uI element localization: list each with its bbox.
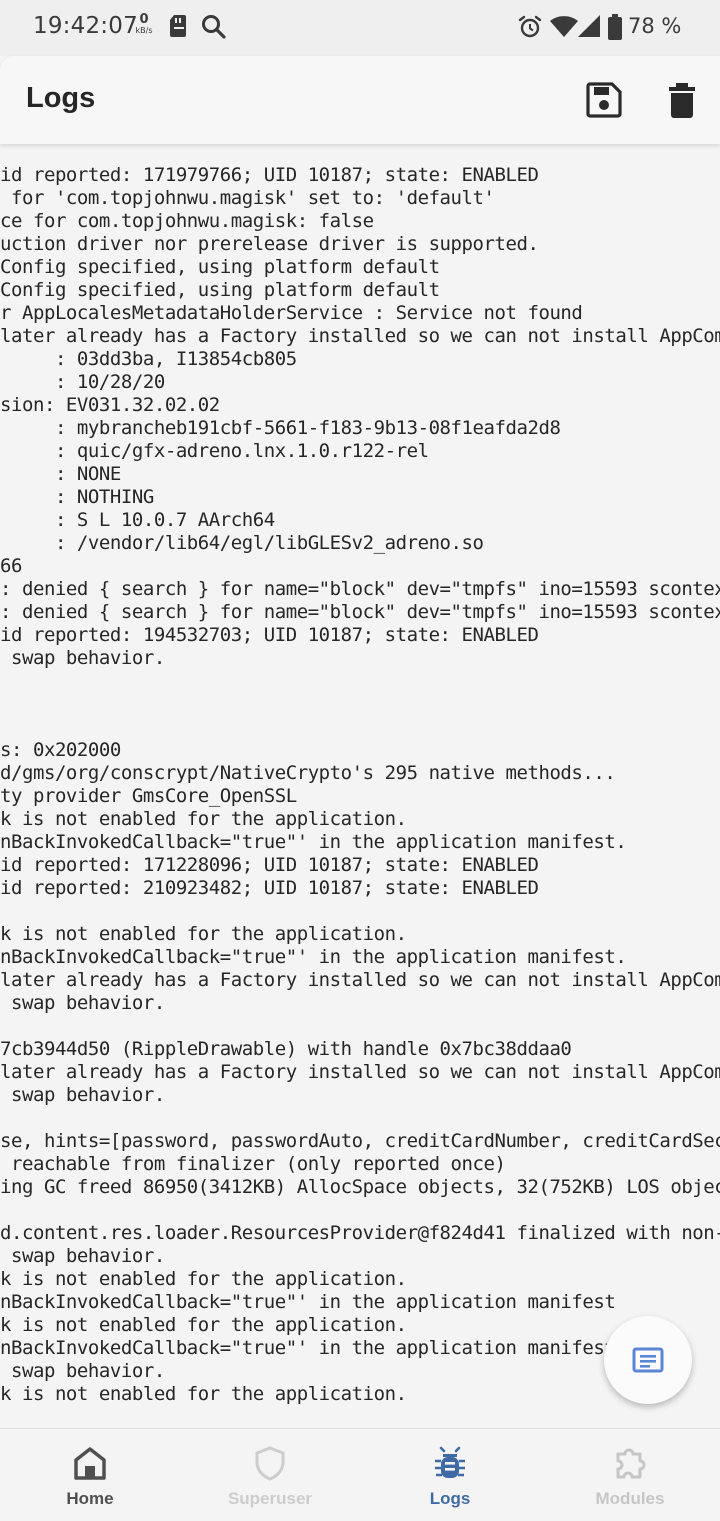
save-icon [586,82,622,118]
nav-item-label: Logs [429,1489,471,1508]
log-line: : NOTHING [0,486,154,508]
status-bar: 19:42:07 0 kB/s 78 % [0,0,720,56]
log-line: k is not enabled for the application. [0,923,407,945]
log-line: : NONE [0,463,121,485]
log-line: k is not enabled for the application. [0,1268,407,1290]
log-line: swap behavior. [0,992,165,1014]
log-output[interactable]: id reported: 171979766; UID 10187; state… [0,146,720,1428]
log-line: nBackInvokedCallback="true"' in the appl… [0,1291,616,1313]
nav-item-label: Modules [595,1489,665,1508]
shield-icon [255,1446,285,1481]
log-file-fab[interactable] [604,1316,692,1404]
status-time: 19:42:07 [33,13,138,39]
log-line: reachable from finalizer (only reported … [0,1153,506,1175]
log-line: Config specified, using platform default [0,279,440,301]
log-file-icon [632,1347,664,1373]
log-line: id reported: 171979766; UID 10187; state… [0,164,539,186]
network-speed-value: 0 [139,12,149,27]
network-speed: 0 kB/s [131,12,157,36]
log-line: : mybrancheb191cbf-5661-f183-9b13-08f1ea… [0,417,561,439]
wifi-icon [550,16,578,42]
log-line: k is not enabled for the application. [0,808,407,830]
log-line: : denied { search } for name="block" dev… [0,578,720,600]
log-line: : S L 10.0.7 AArch64 [0,509,275,531]
log-line: swap behavior. [0,647,165,669]
log-line: : denied { search } for name="block" dev… [0,601,720,623]
nav-item-home[interactable]: Home [0,1429,180,1521]
log-line: ty provider GmsCore_OpenSSL [0,785,297,807]
log-line: : /vendor/lib64/egl/libGLESv2_adreno.so [0,532,484,554]
log-line: sion: EV031.32.02.02 [0,394,220,416]
bug-icon [435,1446,465,1478]
log-line: nBackInvokedCallback="true"' in the appl… [0,831,627,853]
home-icon [74,1447,106,1480]
log-line: later already has a Factory installed so… [0,325,720,347]
log-line: swap behavior. [0,1245,165,1267]
bottom-navigation: Home Superuser Logs Modules [0,1428,720,1521]
nav-item-label: Home [66,1489,114,1508]
alarm-icon [518,15,542,43]
log-line: nBackInvokedCallback="true"' in the appl… [0,1337,616,1359]
log-line: : 03dd3ba, I13854cb805 [0,348,297,370]
log-line: d/gms/org/conscrypt/NativeCrypto's 295 n… [0,762,616,784]
network-speed-unit: kB/s [135,26,153,35]
log-line: for 'com.topjohnwu.magisk' set to: 'defa… [0,187,495,209]
save-log-button[interactable] [584,80,624,120]
log-line: s: 0x202000 [0,739,121,761]
log-line: k is not enabled for the application. [0,1314,407,1336]
battery-percentage: 78 % [628,14,682,38]
log-line: later already has a Factory installed so… [0,969,720,991]
delete-logs-button[interactable] [662,80,702,120]
log-line: id reported: 194532703; UID 10187; state… [0,624,539,646]
log-line: swap behavior. [0,1360,165,1382]
log-line: 7cb3944d50 (RippleDrawable) with handle … [0,1038,572,1060]
page-title: Logs [26,82,96,114]
log-line: r AppLocalesMetadataHolderService : Serv… [0,302,583,324]
battery-icon [608,14,622,44]
nav-item-logs[interactable]: Logs [360,1429,540,1521]
log-line: swap behavior. [0,1084,165,1106]
nav-item-superuser[interactable]: Superuser [180,1429,360,1521]
log-line: d.content.res.loader.ResourcesProvider@f… [0,1222,720,1244]
search-icon [201,14,227,44]
log-line: id reported: 210923482; UID 10187; state… [0,877,539,899]
log-line: se, hints=[password, passwordAuto, credi… [0,1130,720,1152]
log-line: id reported: 171228096; UID 10187; state… [0,854,539,876]
log-line: ce for com.topjohnwu.magisk: false [0,210,374,232]
signal-icon [578,15,600,41]
app-bar: Logs [0,56,720,144]
nav-item-label: Superuser [227,1489,313,1508]
log-line: later already has a Factory installed so… [0,1061,720,1083]
log-line: ing GC freed 86950(3412KB) AllocSpace ob… [0,1176,720,1198]
trash-icon [669,83,695,118]
log-line: 66 [0,555,22,577]
log-line: : quic/gfx-adreno.lnx.1.0.r122-rel [0,440,429,462]
nav-item-modules[interactable]: Modules [540,1429,720,1521]
sd-card-icon [170,14,188,42]
puzzle-icon [616,1448,646,1479]
log-line: nBackInvokedCallback="true"' in the appl… [0,946,627,968]
log-line: uction driver nor prerelease driver is s… [0,233,539,255]
log-line: k is not enabled for the application. [0,1383,407,1405]
log-line: : 10/28/20 [0,371,165,393]
log-line: Config specified, using platform default [0,256,440,278]
